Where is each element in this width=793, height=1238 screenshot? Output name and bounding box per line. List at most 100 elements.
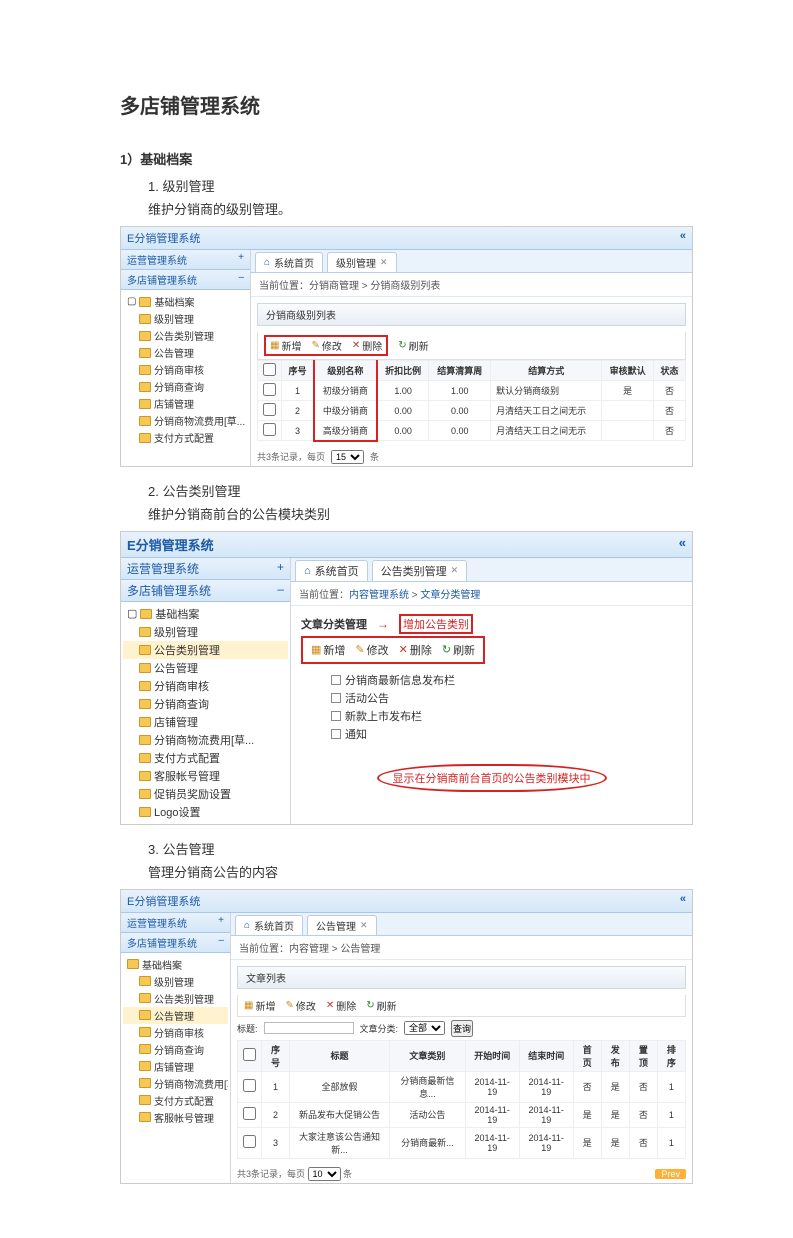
tree-item[interactable]: 客服帐号管理 [123,767,288,785]
search-input[interactable] [264,1022,354,1034]
nav-ops[interactable]: 运营管理系统 [127,560,199,577]
col-op: 状态 [654,361,686,381]
select-all-checkbox[interactable] [243,1048,256,1061]
collapse-icon[interactable]: – [238,272,244,287]
close-icon[interactable]: ✕ [360,920,368,931]
list-item[interactable]: 通知 [331,725,682,743]
list-item[interactable]: 分销商最新信息发布栏 [331,671,682,689]
nav-multi[interactable]: 多店铺管理系统 [127,272,197,287]
tree-item[interactable]: 支付方式配置 [123,1092,228,1109]
col-name: 级别名称 [314,361,377,381]
search-button[interactable]: 查询 [451,1020,473,1037]
tree-item[interactable]: 客服帐号管理 [123,1109,228,1126]
tree-item[interactable]: 促销员奖励设置 [123,785,288,803]
tab-category[interactable]: 公告类别管理✕ [372,560,468,581]
close-icon[interactable]: ✕ [380,257,388,268]
close-icon[interactable]: ✕ [451,565,459,576]
tree-item[interactable]: 分销商查询 [123,695,288,713]
tree-root[interactable]: ▢基础档案 [123,293,248,310]
subsection-title: 1. 级别管理 [148,176,693,195]
collapse-icon[interactable]: « [679,535,686,554]
subsection-desc: 管理分销商公告的内容 [148,862,693,881]
edit-button[interactable]: ✎修改 [311,338,341,353]
expand-icon[interactable]: + [218,915,224,930]
tree-item[interactable]: 公告类别管理 [123,327,248,344]
nav-multi[interactable]: 多店铺管理系统 [127,935,197,950]
tree-item[interactable]: 分销商查询 [123,1041,228,1058]
tree-item[interactable]: 分销商审核 [123,361,248,378]
collapse-icon[interactable]: « [680,893,686,909]
page-size-select[interactable]: 15 [331,450,364,464]
add-button[interactable]: ▦新增 [244,998,275,1013]
collapse-icon[interactable]: – [277,582,284,599]
edit-button[interactable]: ✎修改 [355,642,388,658]
table-row[interactable]: 2新品发布大促销公告活动公告2014-11-192014-11-19是是否1 [238,1102,686,1127]
tree-item[interactable]: 支付方式配置 [123,749,288,767]
tree-item[interactable]: 分销商审核 [123,1024,228,1041]
list-item[interactable]: 活动公告 [331,689,682,707]
system-title: E分销管理系统 [127,230,200,246]
tab-home[interactable]: ⌂系统首页 [235,915,303,935]
tree-item[interactable]: 公告管理 [123,344,248,361]
table-row[interactable]: 1初级分销商1.001.00默认分销商级别是否 [258,381,686,401]
tree-item[interactable]: Logo设置 [123,803,288,821]
table-row[interactable]: 3大家注意该公告通知新...分销商最新...2014-11-192014-11-… [238,1127,686,1158]
col-discount: 折扣比例 [377,361,429,381]
nav-ops[interactable]: 运营管理系统 [127,915,187,930]
tab-level[interactable]: 级别管理✕ [327,252,397,272]
checkbox[interactable] [331,675,341,685]
tree-item[interactable]: 分销商物流费用[草... [123,1075,228,1092]
prev-button[interactable]: Prev [655,1169,686,1179]
tree-root[interactable]: 基础档案 [123,956,228,973]
delete-button[interactable]: ✕删除 [399,642,432,658]
refresh-button[interactable]: ↻刷新 [398,338,428,353]
tree-item[interactable]: 分销商物流费用[草... [123,412,248,429]
checkbox[interactable] [331,693,341,703]
subsection-desc: 维护分销商的级别管理。 [148,199,693,218]
tree-item[interactable]: 分销商查询 [123,378,248,395]
tab-home[interactable]: ⌂系统首页 [255,252,323,272]
annotation-callout: 显示在分销商前台首页的公告类别模块中 [377,764,607,792]
page-size-select[interactable]: 10 [308,1167,341,1181]
list-item[interactable]: 新款上市发布栏 [331,707,682,725]
tree-item[interactable]: 公告管理 [123,659,288,677]
tree-item[interactable]: 级别管理 [123,623,288,641]
checkbox[interactable] [331,711,341,721]
tab-notice[interactable]: 公告管理✕ [307,915,377,935]
table-row[interactable]: 2中级分销商0.000.00月清结天工日之间无示否 [258,401,686,421]
refresh-button[interactable]: ↻刷新 [442,642,475,658]
delete-button[interactable]: ✕删除 [352,338,382,353]
collapse-icon[interactable]: – [218,935,224,950]
tree-item[interactable]: 支付方式配置 [123,429,248,446]
checkbox[interactable] [331,729,341,739]
delete-button[interactable]: ✕删除 [326,998,356,1013]
tree-item[interactable]: 分销商物流费用[草... [123,731,288,749]
expand-icon[interactable]: + [238,252,244,267]
edit-button[interactable]: ✎修改 [285,998,315,1013]
collapse-icon[interactable]: « [680,230,686,246]
table-row[interactable]: 3高级分销商0.000.00月清结天工日之间无示否 [258,421,686,441]
nav-ops[interactable]: 运营管理系统 [127,252,187,267]
tree-item[interactable]: 公告类别管理 [123,990,228,1007]
nav-multi[interactable]: 多店铺管理系统 [127,582,211,599]
breadcrumb: 当前位置：内容管理系统 > 文章分类管理 [291,582,692,606]
tree-item[interactable]: 店铺管理 [123,1058,228,1075]
search-label: 标题: [237,1022,258,1035]
select-all-checkbox[interactable] [263,363,276,376]
tree-item-selected[interactable]: 公告管理 [123,1007,228,1024]
tree-item[interactable]: 分销商审核 [123,677,288,695]
tree-item[interactable]: 级别管理 [123,973,228,990]
tree-item-selected[interactable]: 公告类别管理 [123,641,288,659]
delete-icon: ✕ [399,643,408,656]
tree-item[interactable]: 级别管理 [123,310,248,327]
tab-home[interactable]: ⌂系统首页 [295,560,368,581]
tree-item[interactable]: 店铺管理 [123,713,288,731]
add-button[interactable]: ▦新增 [270,338,301,353]
refresh-button[interactable]: ↻刷新 [366,998,396,1013]
add-button[interactable]: ▦新增 [311,642,345,658]
type-select[interactable]: 全部 [404,1021,445,1035]
expand-icon[interactable]: + [277,560,284,577]
table-row[interactable]: 1全部放假分销商最新信息...2014-11-192014-11-19否是否1 [238,1071,686,1102]
tree-root[interactable]: ▢基础档案 [123,605,288,623]
tree-item[interactable]: 店铺管理 [123,395,248,412]
